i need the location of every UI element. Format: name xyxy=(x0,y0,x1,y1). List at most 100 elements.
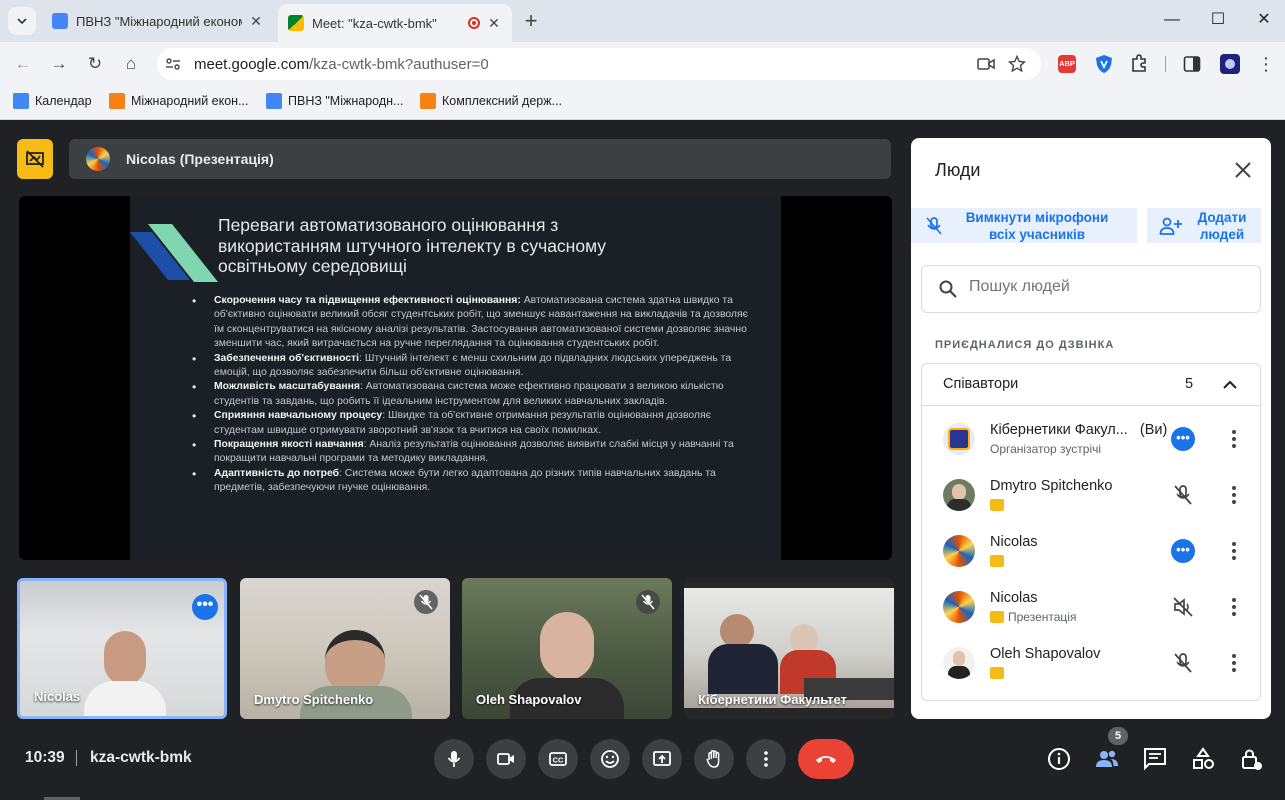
new-tab-button[interactable]: + xyxy=(517,7,545,35)
mute-all-label: Вимкнути мікрофони всіх учасників xyxy=(965,210,1109,242)
presenter-tag-icon xyxy=(990,667,1004,679)
toolbar-divider xyxy=(1165,56,1166,72)
participant-row[interactable]: Кібернетики Факул... (Ви) Організатор зу… xyxy=(922,411,1260,467)
tile-name: Dmytro Spitchenko xyxy=(254,692,374,707)
add-people-label: Додати людей xyxy=(1197,210,1247,242)
more-vert-icon[interactable] xyxy=(1222,651,1246,675)
participant-row[interactable]: Oleh Shapovalov xyxy=(922,635,1260,691)
more-vert-icon[interactable] xyxy=(1222,483,1246,507)
camera-button[interactable] xyxy=(486,739,526,779)
tab-pvnz[interactable]: ПВНЗ "Міжнародний економі ✕ xyxy=(42,6,274,36)
participant-count-badge: 5 xyxy=(1108,727,1128,745)
video-tile-dmytro[interactable]: Dmytro Spitchenko xyxy=(240,578,450,719)
mic-icon xyxy=(447,751,461,767)
slide-bullet: Адаптивність до потреб: Система може бут… xyxy=(192,467,752,496)
participant-name: Nicolas xyxy=(990,534,1038,550)
mic-off-icon xyxy=(419,594,433,610)
person-video xyxy=(84,681,166,716)
close-tab-icon[interactable]: ✕ xyxy=(248,13,264,30)
bookmark-calendar[interactable]: Календар xyxy=(13,93,92,109)
activities-icon[interactable] xyxy=(1190,746,1216,772)
url-text: meet.google.com/kza-cwtk-bmk?authuser=0 xyxy=(194,56,489,73)
tab-title: Meet: "kza-cwtk-bmk" xyxy=(312,15,437,31)
coauthors-header[interactable]: Співавтори 5 xyxy=(922,364,1260,406)
bookmark-pvnz[interactable]: ПВНЗ "Міжнародн... xyxy=(266,93,403,109)
side-panel-icon[interactable] xyxy=(1183,55,1201,73)
coauthors-group: Співавтори 5 Кібернетики Факул... (Ви) О… xyxy=(921,363,1261,701)
calendar-icon xyxy=(266,93,282,109)
info-icon[interactable] xyxy=(1046,746,1072,772)
maximize-button[interactable]: ☐ xyxy=(1195,6,1241,34)
participant-row[interactable]: Nicolas Презентація xyxy=(922,579,1260,635)
shield-extension-icon[interactable] xyxy=(1095,54,1113,74)
more-vert-icon[interactable] xyxy=(1222,539,1246,563)
mic-button[interactable] xyxy=(434,739,474,779)
add-people-button[interactable]: Додати людей xyxy=(1147,208,1261,243)
participant-row[interactable]: Nicolas ••• xyxy=(922,523,1260,579)
chat-icon[interactable] xyxy=(1142,746,1168,772)
close-window-button[interactable]: ✕ xyxy=(1241,6,1285,34)
browser-menu-icon[interactable]: ⋮ xyxy=(1252,50,1280,78)
avatar xyxy=(943,647,975,679)
tile-name: Кібернетики Факультет xyxy=(698,692,847,707)
calendar-icon xyxy=(13,93,29,109)
host-controls-icon[interactable] xyxy=(1238,746,1264,772)
calendar-icon xyxy=(52,13,68,29)
search-input[interactable] xyxy=(969,278,1249,296)
bookmarks-bar: Календар Міжнародний екон... ПВНЗ "Міжна… xyxy=(0,86,1285,120)
slide-bullet: Забезпечення об'єктивності: Штучний інте… xyxy=(192,352,752,381)
person-video xyxy=(708,644,778,694)
participant-role: Презентація xyxy=(1008,610,1077,624)
tile-name: Oleh Shapovalov xyxy=(476,692,582,707)
chevron-up-icon[interactable] xyxy=(1220,375,1240,395)
extensions-puzzle-icon[interactable] xyxy=(1130,54,1149,73)
bookmark-mizhnarodnyi[interactable]: Міжнародний екон... xyxy=(109,93,249,109)
bookmark-star-icon[interactable] xyxy=(1008,55,1026,73)
avatar xyxy=(943,423,975,455)
captions-button[interactable]: CC xyxy=(538,739,578,779)
camera-icon xyxy=(497,753,514,765)
tab-meet[interactable]: Meet: "kza-cwtk-bmk" ✕ xyxy=(278,4,512,42)
more-vert-icon[interactable] xyxy=(1222,595,1246,619)
profile-avatar[interactable] xyxy=(1220,54,1240,74)
more-vert-icon xyxy=(764,751,768,767)
adblock-extension-icon[interactable]: ABP xyxy=(1058,55,1076,73)
tab-search-button[interactable] xyxy=(8,7,36,35)
close-tab-icon[interactable]: ✕ xyxy=(486,15,502,32)
more-vert-icon[interactable] xyxy=(1222,427,1246,451)
video-tile-kibernetyky[interactable]: Кібернетики Факультет xyxy=(684,578,894,719)
home-icon[interactable]: ⌂ xyxy=(117,50,145,78)
bookmark-kompleksnyi[interactable]: Комплексний держ... xyxy=(420,93,562,109)
video-tile-oleh[interactable]: Oleh Shapovalov xyxy=(462,578,672,719)
hand-icon xyxy=(706,750,720,768)
more-options-button[interactable]: ••• xyxy=(192,594,218,620)
participant-row[interactable]: Dmytro Spitchenko xyxy=(922,467,1260,523)
slide-bullet: Скорочення часу та підвищення ефективнос… xyxy=(192,294,752,352)
camera-permission-icon[interactable] xyxy=(977,56,995,72)
mic-off-icon xyxy=(926,217,942,235)
mute-all-button[interactable]: Вимкнути мікрофони всіх учасників xyxy=(911,208,1137,243)
forward-button[interactable]: → xyxy=(45,50,73,78)
site-info-icon[interactable] xyxy=(165,56,181,72)
reactions-button[interactable] xyxy=(590,739,630,779)
participant-name: Oleh Shapovalov xyxy=(990,646,1101,662)
muted-indicator xyxy=(414,590,438,614)
moodle-icon xyxy=(420,93,436,109)
person-video xyxy=(104,631,146,685)
more-options-button[interactable] xyxy=(746,739,786,779)
present-button[interactable] xyxy=(642,739,682,779)
people-search[interactable] xyxy=(921,265,1261,313)
leave-call-button[interactable] xyxy=(798,739,854,779)
mic-off-icon xyxy=(1174,485,1192,505)
video-tile-nicolas[interactable]: ••• Nicolas xyxy=(17,578,227,719)
minimize-button[interactable]: — xyxy=(1149,6,1195,34)
reload-button[interactable]: ↻ xyxy=(81,50,109,78)
back-button[interactable]: ← xyxy=(9,50,37,78)
captions-icon: CC xyxy=(549,752,567,766)
section-label: ПРИЄДНАЛИСЯ ДО ДЗВІНКА xyxy=(935,339,1115,351)
raise-hand-button[interactable] xyxy=(694,739,734,779)
recording-icon xyxy=(468,17,480,29)
close-icon[interactable] xyxy=(1231,158,1255,182)
meeting-code: kza-cwtk-bmk xyxy=(90,749,192,766)
people-icon[interactable] xyxy=(1094,746,1120,772)
